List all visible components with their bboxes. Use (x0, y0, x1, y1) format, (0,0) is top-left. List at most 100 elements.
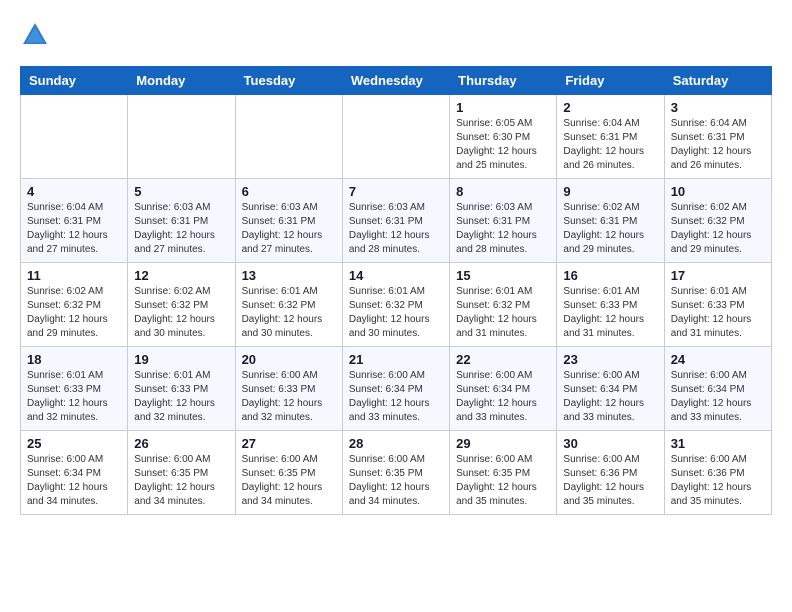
calendar-cell: 9 Sunrise: 6:02 AM Sunset: 6:31 PM Daylig… (557, 179, 664, 263)
day-number: 9 (563, 184, 657, 199)
calendar-cell (342, 95, 449, 179)
day-number: 19 (134, 352, 228, 367)
calendar-cell: 29 Sunrise: 6:00 AM Sunset: 6:35 PM Dayli… (450, 431, 557, 515)
day-number: 27 (242, 436, 336, 451)
calendar-cell: 13 Sunrise: 6:01 AM Sunset: 6:32 PM Dayli… (235, 263, 342, 347)
calendar-cell: 14Sunrise: 6:01 AM Sunset: 6:32 PM Dayli… (342, 263, 449, 347)
day-number: 10 (671, 184, 765, 199)
logo-icon (20, 20, 50, 50)
calendar-cell: 22 Sunrise: 6:00 AM Sunset: 6:34 PM Dayli… (450, 347, 557, 431)
calendar-cell: 28 Sunrise: 6:00 AM Sunset: 6:35 PM Dayli… (342, 431, 449, 515)
day-number: 20 (242, 352, 336, 367)
day-number: 21 (349, 352, 443, 367)
calendar-cell: 23 Sunrise: 6:00 AM Sunset: 6:34 PM Dayli… (557, 347, 664, 431)
day-number: 12 (134, 268, 228, 283)
calendar-header-tuesday: Tuesday (235, 67, 342, 95)
day-info: Sunrise: 6:00 AM Sunset: 6:33 PM Dayligh… (242, 369, 336, 425)
calendar-week-2: 4 Sunrise: 6:04 AM Sunset: 6:31 PM Daylig… (21, 179, 772, 263)
calendar-cell: 24 Sunrise: 6:00 AM Sunset: 6:34 PM Dayli… (664, 347, 771, 431)
day-info: Sunrise: 6:01 AM Sunset: 6:33 PM Dayligh… (671, 285, 765, 341)
day-number: 7 (349, 184, 443, 199)
day-number: 26 (134, 436, 228, 451)
day-number: 22 (456, 352, 550, 367)
day-info: Sunrise: 6:01 AM Sunset: 6:33 PM Dayligh… (563, 285, 657, 341)
calendar-cell: 10Sunrise: 6:02 AM Sunset: 6:32 PM Dayli… (664, 179, 771, 263)
calendar-header-wednesday: Wednesday (342, 67, 449, 95)
day-info: Sunrise: 6:02 AM Sunset: 6:32 PM Dayligh… (134, 285, 228, 341)
calendar-cell: 12 Sunrise: 6:02 AM Sunset: 6:32 PM Dayli… (128, 263, 235, 347)
day-number: 13 (242, 268, 336, 283)
calendar-cell: 2 Sunrise: 6:04 AM Sunset: 6:31 PM Daylig… (557, 95, 664, 179)
calendar-cell: 3 Sunrise: 6:04 AM Sunset: 6:31 PM Daylig… (664, 95, 771, 179)
day-info: Sunrise: 6:01 AM Sunset: 6:33 PM Dayligh… (27, 369, 121, 425)
calendar-header-monday: Monday (128, 67, 235, 95)
calendar-cell: 17 Sunrise: 6:01 AM Sunset: 6:33 PM Dayli… (664, 263, 771, 347)
day-number: 23 (563, 352, 657, 367)
calendar-week-1: 1 Sunrise: 6:05 AM Sunset: 6:30 PM Daylig… (21, 95, 772, 179)
calendar-header-saturday: Saturday (664, 67, 771, 95)
day-info: Sunrise: 6:01 AM Sunset: 6:32 PM Dayligh… (349, 285, 443, 341)
calendar-header-row: SundayMondayTuesdayWednesdayThursdayFrid… (21, 67, 772, 95)
day-info: Sunrise: 6:01 AM Sunset: 6:32 PM Dayligh… (456, 285, 550, 341)
calendar-cell: 15 Sunrise: 6:01 AM Sunset: 6:32 PM Dayli… (450, 263, 557, 347)
calendar-cell: 31 Sunrise: 6:00 AM Sunset: 6:36 PM Dayli… (664, 431, 771, 515)
day-info: Sunrise: 6:03 AM Sunset: 6:31 PM Dayligh… (134, 201, 228, 257)
day-info: Sunrise: 6:00 AM Sunset: 6:34 PM Dayligh… (563, 369, 657, 425)
day-info: Sunrise: 6:00 AM Sunset: 6:36 PM Dayligh… (671, 453, 765, 509)
calendar-cell: 30Sunrise: 6:00 AM Sunset: 6:36 PM Dayli… (557, 431, 664, 515)
calendar-header-thursday: Thursday (450, 67, 557, 95)
day-info: Sunrise: 6:01 AM Sunset: 6:32 PM Dayligh… (242, 285, 336, 341)
day-info: Sunrise: 6:00 AM Sunset: 6:35 PM Dayligh… (134, 453, 228, 509)
calendar-cell: 27 Sunrise: 6:00 AM Sunset: 6:35 PM Dayli… (235, 431, 342, 515)
day-number: 28 (349, 436, 443, 451)
calendar-table: SundayMondayTuesdayWednesdayThursdayFrid… (20, 66, 772, 515)
day-number: 1 (456, 100, 550, 115)
day-number: 17 (671, 268, 765, 283)
calendar-cell: 5Sunrise: 6:03 AM Sunset: 6:31 PM Daylig… (128, 179, 235, 263)
calendar-week-3: 11 Sunrise: 6:02 AM Sunset: 6:32 PM Dayli… (21, 263, 772, 347)
day-number: 4 (27, 184, 121, 199)
calendar-cell: 4 Sunrise: 6:04 AM Sunset: 6:31 PM Daylig… (21, 179, 128, 263)
day-number: 3 (671, 100, 765, 115)
day-number: 8 (456, 184, 550, 199)
calendar-header-sunday: Sunday (21, 67, 128, 95)
calendar-cell: 25Sunrise: 6:00 AM Sunset: 6:34 PM Dayli… (21, 431, 128, 515)
day-info: Sunrise: 6:00 AM Sunset: 6:34 PM Dayligh… (27, 453, 121, 509)
day-number: 16 (563, 268, 657, 283)
calendar-cell (128, 95, 235, 179)
day-info: Sunrise: 6:04 AM Sunset: 6:31 PM Dayligh… (671, 117, 765, 173)
calendar-cell: 1 Sunrise: 6:05 AM Sunset: 6:30 PM Daylig… (450, 95, 557, 179)
day-info: Sunrise: 6:04 AM Sunset: 6:31 PM Dayligh… (27, 201, 121, 257)
day-info: Sunrise: 6:00 AM Sunset: 6:35 PM Dayligh… (349, 453, 443, 509)
day-info: Sunrise: 6:04 AM Sunset: 6:31 PM Dayligh… (563, 117, 657, 173)
day-info: Sunrise: 6:01 AM Sunset: 6:33 PM Dayligh… (134, 369, 228, 425)
day-number: 11 (27, 268, 121, 283)
day-info: Sunrise: 6:00 AM Sunset: 6:34 PM Dayligh… (349, 369, 443, 425)
day-number: 6 (242, 184, 336, 199)
day-number: 2 (563, 100, 657, 115)
day-number: 29 (456, 436, 550, 451)
calendar-cell: 6Sunrise: 6:03 AM Sunset: 6:31 PM Daylig… (235, 179, 342, 263)
day-info: Sunrise: 6:02 AM Sunset: 6:32 PM Dayligh… (27, 285, 121, 341)
day-info: Sunrise: 6:03 AM Sunset: 6:31 PM Dayligh… (349, 201, 443, 257)
calendar-cell: 11 Sunrise: 6:02 AM Sunset: 6:32 PM Dayli… (21, 263, 128, 347)
day-number: 31 (671, 436, 765, 451)
calendar-week-5: 25Sunrise: 6:00 AM Sunset: 6:34 PM Dayli… (21, 431, 772, 515)
day-number: 15 (456, 268, 550, 283)
logo (20, 20, 54, 50)
day-info: Sunrise: 6:03 AM Sunset: 6:31 PM Dayligh… (456, 201, 550, 257)
day-info: Sunrise: 6:05 AM Sunset: 6:30 PM Dayligh… (456, 117, 550, 173)
calendar-cell: 8 Sunrise: 6:03 AM Sunset: 6:31 PM Daylig… (450, 179, 557, 263)
day-info: Sunrise: 6:00 AM Sunset: 6:34 PM Dayligh… (671, 369, 765, 425)
day-info: Sunrise: 6:00 AM Sunset: 6:35 PM Dayligh… (242, 453, 336, 509)
calendar-cell: 26 Sunrise: 6:00 AM Sunset: 6:35 PM Dayli… (128, 431, 235, 515)
calendar-cell: 7 Sunrise: 6:03 AM Sunset: 6:31 PM Daylig… (342, 179, 449, 263)
day-number: 18 (27, 352, 121, 367)
day-info: Sunrise: 6:00 AM Sunset: 6:36 PM Dayligh… (563, 453, 657, 509)
day-info: Sunrise: 6:00 AM Sunset: 6:34 PM Dayligh… (456, 369, 550, 425)
day-info: Sunrise: 6:02 AM Sunset: 6:31 PM Dayligh… (563, 201, 657, 257)
day-info: Sunrise: 6:00 AM Sunset: 6:35 PM Dayligh… (456, 453, 550, 509)
day-number: 24 (671, 352, 765, 367)
calendar-cell (235, 95, 342, 179)
calendar-week-4: 18 Sunrise: 6:01 AM Sunset: 6:33 PM Dayli… (21, 347, 772, 431)
